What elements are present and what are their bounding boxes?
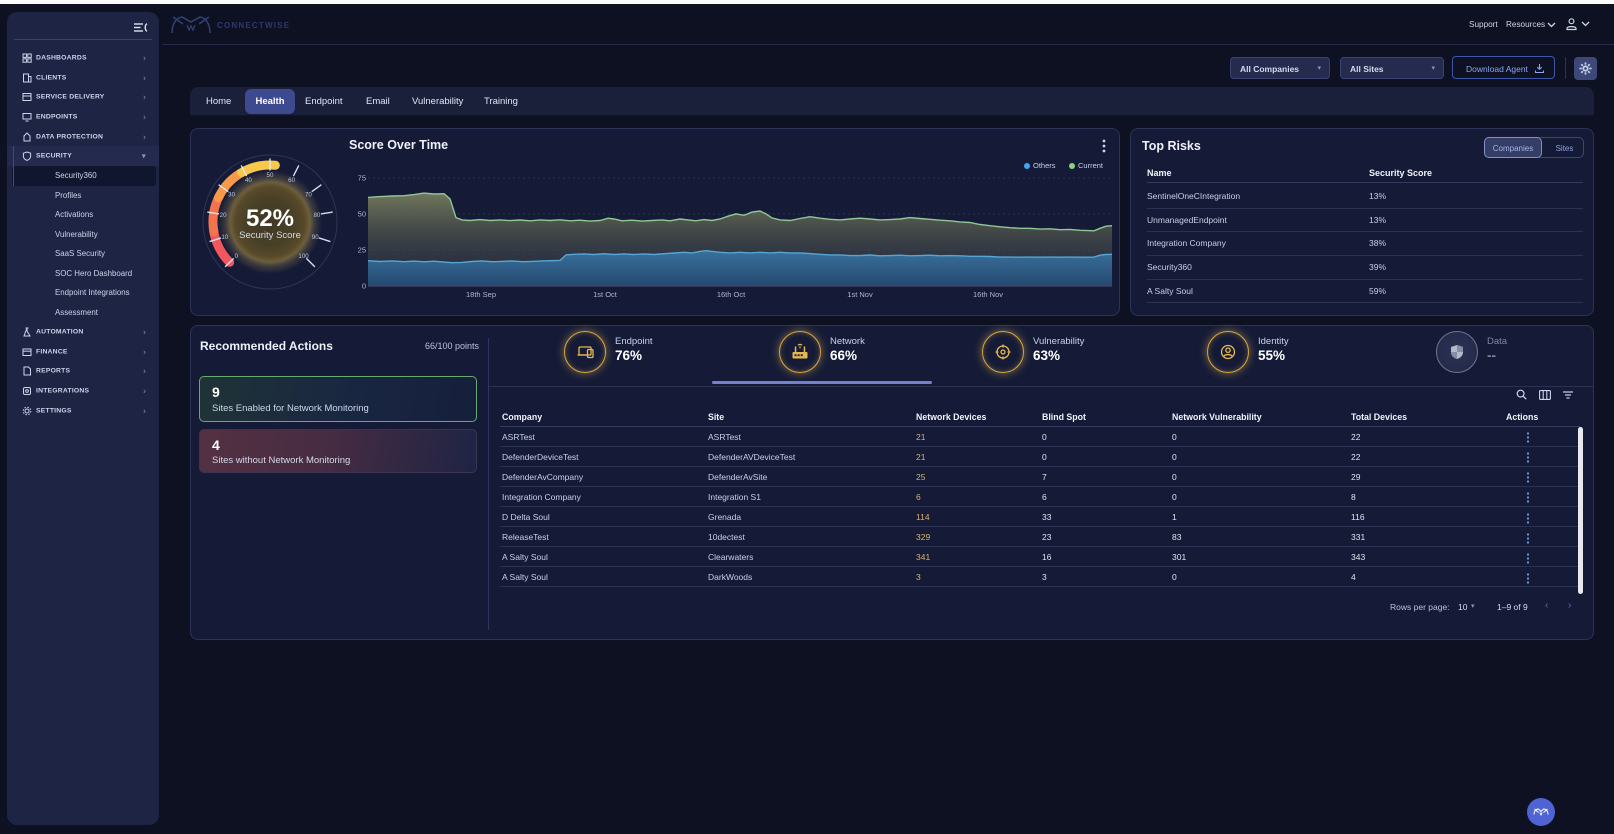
svg-text:1st Oct: 1st Oct [593,290,618,299]
svg-text:16th Nov: 16th Nov [973,290,1003,299]
svg-text:Security Score: Security Score [239,230,301,241]
svg-text:30: 30 [228,191,235,198]
svg-text:60: 60 [288,177,295,184]
svg-text:80: 80 [313,212,320,219]
svg-text:CONNECTWISE: CONNECTWISE [217,21,290,30]
svg-text:20: 20 [220,212,227,219]
svg-text:50: 50 [267,172,274,179]
svg-text:1st Nov: 1st Nov [847,290,873,299]
svg-text:16th Oct: 16th Oct [717,290,746,299]
svg-text:75: 75 [358,174,366,183]
svg-text:0: 0 [235,253,239,260]
svg-text:52%: 52% [246,205,294,232]
svg-text:50: 50 [358,210,366,219]
svg-text:18th Sep: 18th Sep [466,290,496,299]
svg-text:100: 100 [298,253,309,260]
svg-text:10: 10 [221,234,228,241]
svg-text:25: 25 [358,246,366,255]
svg-text:40: 40 [245,177,252,184]
svg-text:90: 90 [312,234,319,241]
svg-text:70: 70 [305,191,312,198]
svg-text:0: 0 [362,282,366,291]
